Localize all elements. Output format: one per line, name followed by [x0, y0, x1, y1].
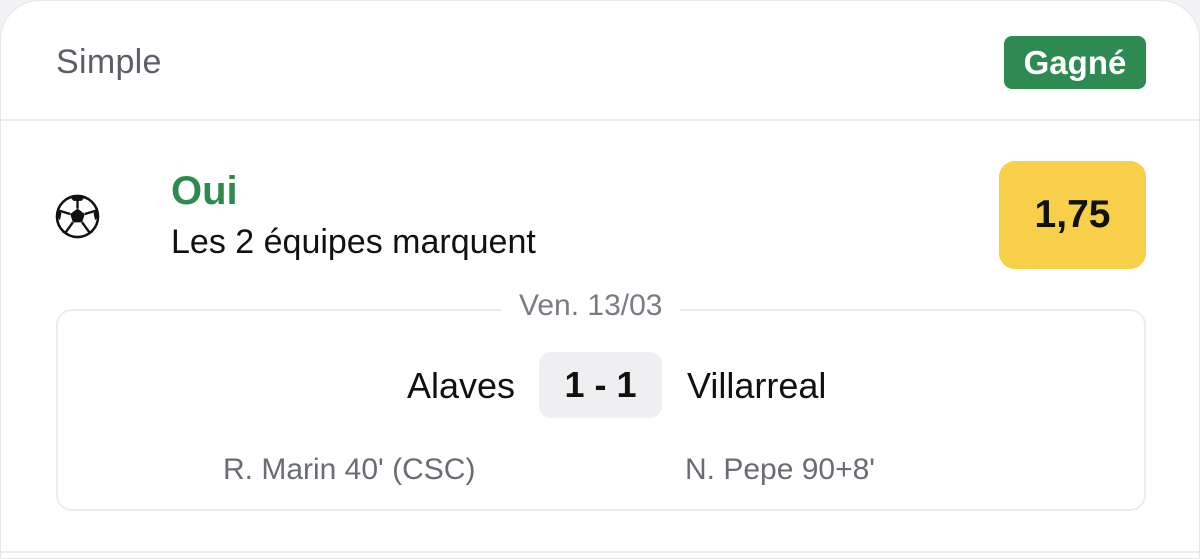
soccer-ball-icon — [55, 194, 100, 239]
away-team: Villarreal — [687, 365, 827, 406]
bet-card-header: Simple Gagné — [1, 1, 1199, 121]
match-date: Ven. 13/03 — [501, 289, 681, 323]
home-scorers: R. Marin 40' (CSC) — [223, 453, 476, 486]
divider — [1, 551, 1199, 553]
away-scorers: N. Pepe 90+8' — [685, 453, 876, 486]
status-badge: Gagné — [1004, 36, 1146, 89]
bet-card: Simple Gagné Oui Les 2 équipes marquent … — [0, 0, 1200, 559]
odds-badge: 1,75 — [999, 161, 1146, 269]
score-display: 1 - 1 — [539, 352, 662, 418]
home-team: Alaves — [406, 365, 515, 406]
market-name: Les 2 équipes marquent — [171, 223, 536, 261]
bet-type-label: Simple — [56, 43, 162, 81]
selection-pick: Oui — [171, 169, 238, 213]
